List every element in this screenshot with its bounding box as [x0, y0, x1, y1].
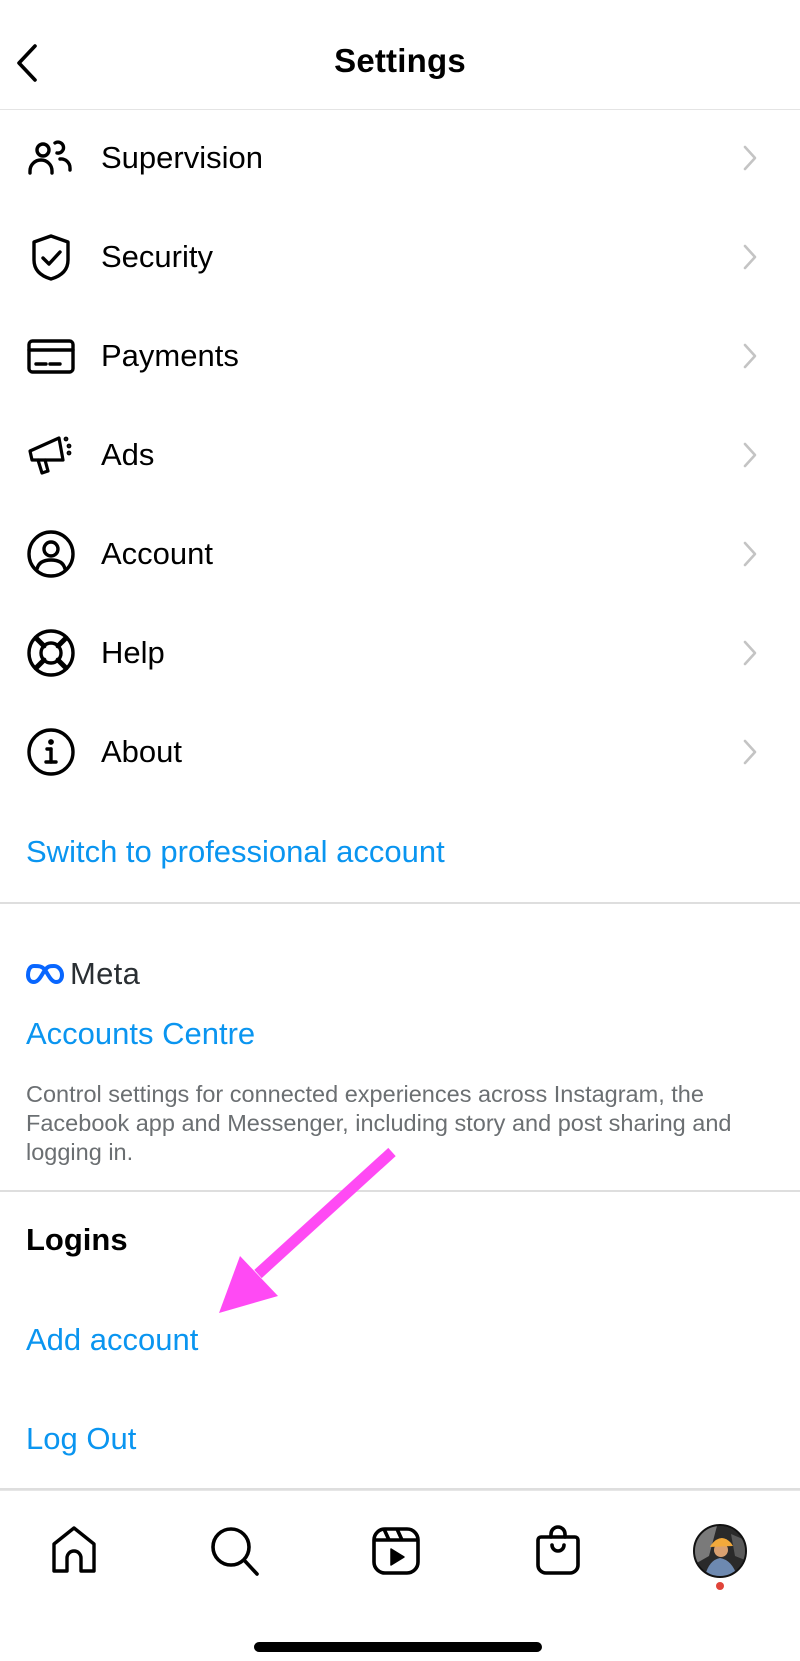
chevron-right-icon — [738, 638, 762, 668]
tab-profile[interactable] — [690, 1521, 750, 1581]
megaphone-icon — [26, 430, 76, 480]
tab-search[interactable] — [205, 1521, 265, 1581]
menu-label: About — [101, 733, 183, 769]
menu-item-payments[interactable]: Payments — [0, 306, 800, 405]
page-title: Settings — [334, 42, 466, 79]
info-circle-icon — [26, 727, 76, 777]
menu-label: Payments — [101, 337, 239, 373]
logins-heading: Logins — [26, 1222, 128, 1257]
meta-description: Control settings for connected experienc… — [26, 1081, 732, 1165]
menu-label: Account — [101, 535, 214, 571]
menu-label: Security — [101, 238, 213, 274]
shopping-bag-icon — [536, 1525, 580, 1575]
meta-infinity-icon — [26, 964, 64, 984]
lifebuoy-icon — [26, 628, 76, 678]
chevron-right-icon — [738, 341, 762, 371]
menu-label: Supervision — [101, 139, 263, 175]
notification-dot — [716, 1582, 724, 1590]
chevron-right-icon — [738, 242, 762, 272]
log-out-link[interactable]: Log Out — [26, 1421, 136, 1457]
user-circle-icon — [26, 529, 76, 579]
add-account-link[interactable]: Add account — [26, 1322, 198, 1358]
meta-logo: Meta — [26, 956, 140, 992]
home-indicator — [254, 1642, 542, 1652]
menu-item-account[interactable]: Account — [0, 504, 800, 603]
home-icon — [52, 1526, 96, 1573]
search-icon — [211, 1527, 259, 1576]
shield-check-icon — [26, 232, 76, 282]
divider — [0, 1190, 800, 1192]
menu-label: Help — [101, 634, 165, 670]
menu-item-security[interactable]: Security — [0, 207, 800, 306]
reels-icon — [372, 1527, 420, 1575]
chevron-right-icon — [738, 737, 762, 767]
menu-label: Ads — [101, 436, 155, 472]
header: Settings — [0, 0, 800, 110]
supervision-people-icon — [26, 133, 76, 183]
meta-wordmark: Meta — [70, 956, 141, 991]
bottom-tab-bar — [0, 1490, 800, 1661]
menu-item-ads[interactable]: Ads — [0, 405, 800, 504]
chevron-right-icon — [738, 440, 762, 470]
avatar — [693, 1524, 747, 1578]
menu-item-supervision[interactable]: Supervision — [0, 108, 800, 207]
tab-home[interactable] — [44, 1521, 104, 1581]
credit-card-icon — [26, 331, 76, 381]
accounts-centre-link[interactable]: Accounts Centre — [26, 1016, 255, 1052]
chevron-right-icon — [738, 539, 762, 569]
chevron-right-icon — [738, 143, 762, 173]
tab-reels[interactable] — [366, 1521, 426, 1581]
switch-professional-link[interactable]: Switch to professional account — [26, 834, 445, 870]
menu-item-help[interactable]: Help — [0, 603, 800, 702]
divider — [0, 902, 800, 904]
menu-item-about[interactable]: About — [0, 702, 800, 801]
tab-shop[interactable] — [528, 1521, 588, 1581]
